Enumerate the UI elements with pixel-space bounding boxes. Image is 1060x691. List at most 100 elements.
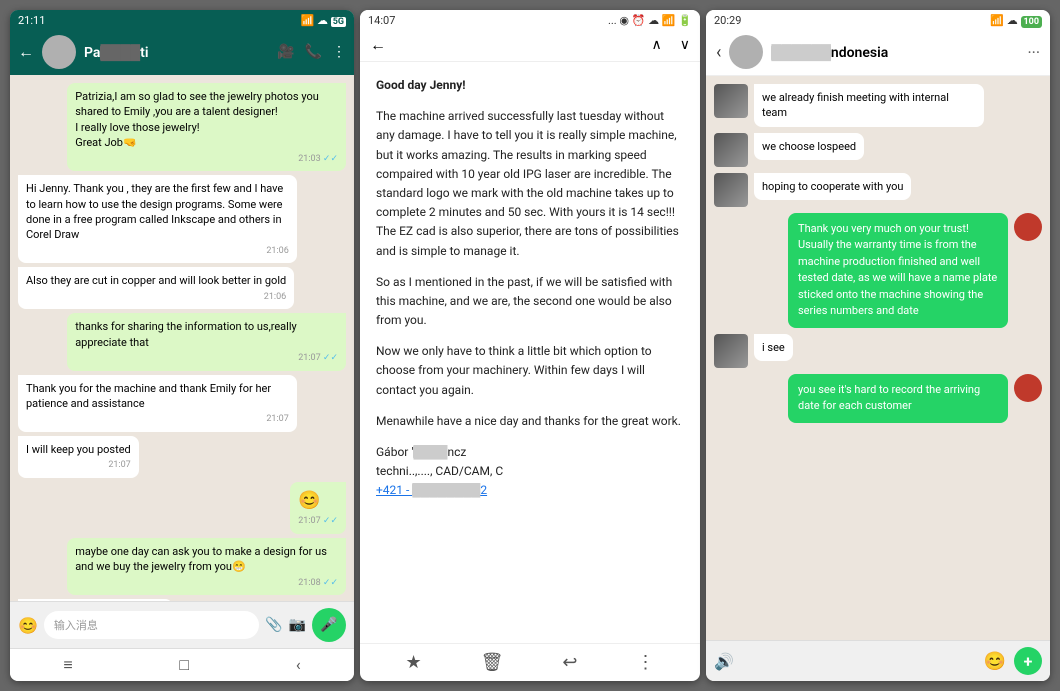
statusbar-2: 14:07 ... ◉ ⏰ ☁ 📶 🔋 <box>360 10 700 29</box>
menu-icon[interactable]: ≡ <box>63 655 72 675</box>
message-input[interactable]: 输入消息 <box>44 611 259 639</box>
message-time: 21:07 ✓✓ <box>298 515 338 528</box>
contact-name-1: Pa████ti <box>84 44 269 61</box>
voice-icon[interactable]: 🔊 <box>714 652 734 671</box>
message-text: we choose lospeed <box>762 139 856 154</box>
phone-link[interactable]: +421 - ████████2 <box>376 483 487 497</box>
emoji-icon-3[interactable]: 😊 <box>984 651 1006 672</box>
time-3: 20:29 <box>714 14 741 27</box>
message-time: 21:07 <box>26 459 131 472</box>
chat-header-3: ‹ ██████ndonesia ··· <box>706 29 1050 76</box>
status-icons-2: ... ◉ ⏰ ☁ 📶 🔋 <box>608 14 692 27</box>
thumbnail-2 <box>714 133 748 167</box>
message-item: Thank you for the machine and thank Emil… <box>18 375 297 432</box>
user-avatar-3 <box>1014 213 1042 241</box>
message-time: 21:07 ✓✓ <box>75 352 338 365</box>
message-item: hoping to cooperate with you <box>714 173 911 207</box>
home-icon[interactable]: □ <box>179 655 189 675</box>
message-text: Also they are cut in copper and will loo… <box>26 273 286 288</box>
message-item: we already finish meeting with internal … <box>714 84 985 127</box>
more-icon-3[interactable]: ··· <box>1027 43 1040 62</box>
add-button[interactable]: + <box>1014 647 1042 675</box>
greeting: Good day Jenny! <box>376 76 684 95</box>
message-input-bar: 😊 输入消息 📎 📷 🎤 <box>10 601 354 648</box>
message-time: 21:07 <box>26 413 289 426</box>
message-text: hoping to cooperate with you <box>762 179 903 194</box>
paragraph-1: The machine arrived successfully last tu… <box>376 107 684 261</box>
attach-icon[interactable]: 📎 <box>265 617 282 633</box>
thumbnail-3 <box>714 173 748 207</box>
email-body: Good day Jenny! The machine arrived succ… <box>360 62 700 643</box>
star-icon[interactable]: ★ <box>405 652 421 673</box>
message-text-bubble: you see it's hard to record the arriving… <box>788 374 1008 423</box>
message-item: Patrizia,I am so glad to see the jewelry… <box>67 83 346 171</box>
delete-icon[interactable]: 🗑 <box>481 652 504 673</box>
signature: Gábor '████ncz techni..,...., CAD/CAM, C… <box>376 443 684 501</box>
up-icon[interactable]: ∧ <box>652 37 662 53</box>
paragraph-4: Menawhile have a nice day and thanks for… <box>376 412 684 431</box>
time-1: 21:11 <box>18 14 45 27</box>
message-time: 21:03 ✓✓ <box>75 153 338 166</box>
chat-header-1: ← Pa████ti 🎥 📞 ⋮ <box>10 29 354 75</box>
messages-list-3: we already finish meeting with internal … <box>706 76 1050 640</box>
camera-icon[interactable]: 📷 <box>289 617 306 633</box>
message-item: I will keep you posted 21:07 <box>18 436 139 478</box>
message-time: 21:08 ✓✓ <box>75 577 338 590</box>
message-text: Patrizia,I am so glad to see the jewelry… <box>75 89 338 151</box>
message-item: Would love to do one for you 21:08 <box>18 599 173 601</box>
reply-icon[interactable]: ↩ <box>562 652 577 673</box>
paragraph-2: So as I mentioned in the past, if we wil… <box>376 273 684 331</box>
mic-button[interactable]: 🎤 <box>312 608 346 642</box>
contact-name-3: ██████ndonesia <box>771 44 1019 61</box>
message-text: Thank you for the machine and thank Emil… <box>26 381 289 412</box>
email-panel: 14:07 ... ◉ ⏰ ☁ 📶 🔋 ← ∧ ∨ Good day Jenny… <box>360 10 700 681</box>
greeting-text: Good day Jenny! <box>376 78 466 92</box>
thumbnail-1 <box>714 84 748 118</box>
back-icon-1[interactable]: ← <box>18 42 34 62</box>
message-text: we already finish meeting with internal … <box>762 90 976 121</box>
more-icon[interactable]: ⋮ <box>332 44 346 60</box>
message-text: Hi Jenny. Thank you , they are the first… <box>26 181 289 243</box>
navigation-bar: ≡ □ ‹ <box>10 648 354 681</box>
thumbnail-4 <box>714 334 748 368</box>
back-icon-2[interactable]: ← <box>370 35 386 55</box>
email-footer: ★ 🗑 ↩ ⋮ <box>360 643 700 681</box>
time-2: 14:07 <box>368 14 395 27</box>
video-icon[interactable]: 🎥 <box>277 44 294 60</box>
back-nav-icon[interactable]: ‹ <box>296 655 301 675</box>
paragraph-3: Now we only have to think a little bit w… <box>376 342 684 400</box>
email-header: ← ∧ ∨ <box>360 29 700 62</box>
message-text-bubble: we already finish meeting with internal … <box>754 84 984 127</box>
user-avatar-3b <box>1014 374 1042 402</box>
avatar-1 <box>42 35 76 69</box>
messages-list-1: Patrizia,I am so glad to see the jewelry… <box>10 75 354 601</box>
avatar-3 <box>729 35 763 69</box>
down-icon[interactable]: ∨ <box>680 37 690 53</box>
status-icons-1: 📶 ☁ 5G <box>301 14 346 27</box>
footer-icons-3: 😊 + <box>984 647 1042 675</box>
message-text-bubble: i see <box>754 334 793 361</box>
call-icon[interactable]: 📞 <box>305 44 322 60</box>
message-item: Thank you very much on your trust!Usuall… <box>788 213 1042 328</box>
more-options-icon[interactable]: ⋮ <box>636 652 654 673</box>
message-text-bubble: Thank you very much on your trust!Usuall… <box>788 213 1008 328</box>
message-time: 21:06 <box>26 245 289 258</box>
whatsapp-panel-1: 21:11 📶 ☁ 5G ← Pa████ti 🎥 📞 ⋮ Patrizia,I… <box>10 10 354 681</box>
message-item: i see <box>714 334 793 368</box>
message-text: i see <box>762 340 785 355</box>
message-item: maybe one day can ask you to make a desi… <box>67 538 346 595</box>
header-icons-1: 🎥 📞 ⋮ <box>277 44 346 60</box>
status-icons-3: 📶 ☁ 100 <box>990 14 1042 27</box>
message-time: 21:06 <box>26 291 286 304</box>
message-item: Also they are cut in copper and will loo… <box>18 267 294 309</box>
message-text-bubble: hoping to cooperate with you <box>754 173 911 200</box>
whatsapp-panel-3: 20:29 📶 ☁ 100 ‹ ██████ndonesia ··· we al… <box>706 10 1050 681</box>
emoji-icon[interactable]: 😊 <box>18 616 38 635</box>
back-icon-3[interactable]: ‹ <box>716 42 721 63</box>
statusbar-1: 21:11 📶 ☁ 5G <box>10 10 354 29</box>
message-text: I will keep you posted <box>26 442 131 457</box>
message-item: you see it's hard to record the arriving… <box>788 374 1042 423</box>
message-input-bar-3: 🔊 😊 + <box>706 640 1050 681</box>
message-item: 😊 21:07 ✓✓ <box>290 482 346 534</box>
message-text: maybe one day can ask you to make a desi… <box>75 544 338 575</box>
